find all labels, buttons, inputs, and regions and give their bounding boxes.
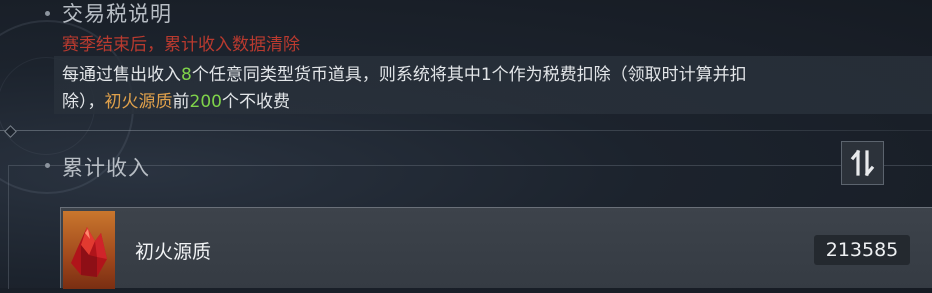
tax-description-line-1: 每通过售出收入8个任意同类型货币道具，则系统将其中1个作为税费扣除（领取时计算并…: [62, 65, 747, 85]
item-name: 初火源质: [135, 241, 212, 263]
item-amount: 213585: [814, 235, 910, 265]
income-item-row: 初火源质 213585: [60, 207, 932, 289]
tax-rate-count: 8: [181, 65, 192, 85]
red-crystal-icon: [63, 211, 115, 289]
sort-toggle-icon: [850, 149, 876, 177]
tax-description-line-2: 除），初火源质前200个不收费: [62, 92, 290, 112]
income-section-title: 累计收入: [62, 156, 150, 180]
section-bullet: [45, 11, 50, 16]
currency-name-highlight: 初火源质: [104, 92, 173, 112]
sort-toggle-button[interactable]: [841, 141, 884, 185]
section-bullet: [45, 163, 50, 168]
tax-free-limit: 200: [189, 92, 222, 112]
season-reset-warning: 赛季结束后，累计收入数据清除: [62, 35, 300, 55]
tax-section-title: 交易税说明: [62, 2, 172, 26]
section-divider: [0, 130, 932, 131]
